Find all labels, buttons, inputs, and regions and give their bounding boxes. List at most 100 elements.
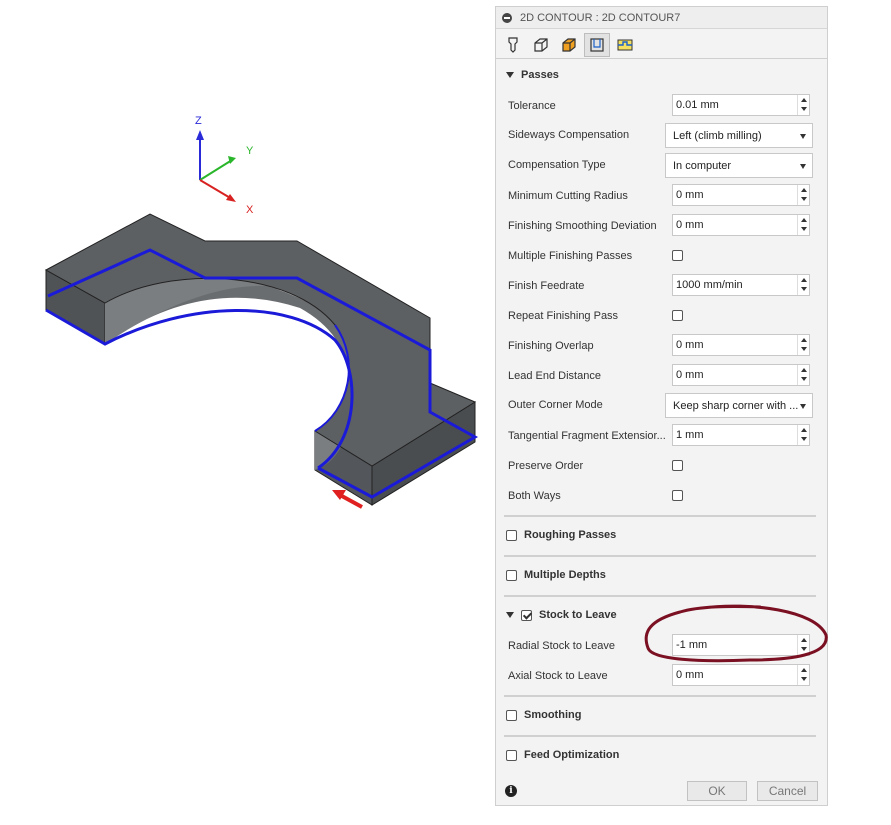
- repeat-finishing-pass-checkbox[interactable]: [672, 310, 683, 321]
- lead-end-distance-field[interactable]: 0 mm: [672, 364, 810, 386]
- multiple-finishing-passes-label: Multiple Finishing Passes: [508, 250, 633, 262]
- sideways-compensation-label: Sideways Compensation: [508, 129, 630, 141]
- smoothing-header[interactable]: Smoothing: [506, 707, 581, 723]
- compensation-type-select[interactable]: In computer: [665, 153, 813, 178]
- tolerance-stepper[interactable]: [797, 95, 809, 115]
- finishing-overlap-stepper[interactable]: [797, 335, 809, 355]
- tangential-fragment-extension-value[interactable]: 1 mm: [676, 429, 704, 441]
- tangential-fragment-extension-field[interactable]: 1 mm: [672, 424, 810, 446]
- x-axis-label: X: [246, 204, 254, 216]
- min-cutting-radius-row: Minimum Cutting Radius 0 mm: [508, 184, 820, 208]
- both-ways-checkbox[interactable]: [672, 490, 683, 501]
- lead-end-distance-row: Lead End Distance 0 mm: [508, 364, 820, 388]
- both-ways-row: Both Ways: [508, 484, 820, 508]
- tab-divider: [496, 58, 827, 59]
- expand-triangle-icon[interactable]: [506, 612, 514, 618]
- annotation-circle: [644, 604, 828, 663]
- z-axis-label: Z: [195, 115, 202, 127]
- multiple-depths-label: Multiple Depths: [524, 569, 606, 581]
- tab-heights[interactable]: [556, 33, 582, 57]
- radial-stock-label: Radial Stock to Leave: [508, 640, 616, 652]
- tolerance-label: Tolerance: [508, 100, 556, 112]
- tolerance-value[interactable]: 0.01 mm: [676, 99, 719, 111]
- feed-optimization-header[interactable]: Feed Optimization: [506, 747, 619, 763]
- axial-stock-label: Axial Stock to Leave: [508, 670, 608, 682]
- outer-corner-mode-label: Outer Corner Mode: [508, 399, 603, 411]
- repeat-finishing-pass-label: Repeat Finishing Pass: [508, 310, 619, 322]
- min-cutting-radius-stepper[interactable]: [797, 185, 809, 205]
- compensation-type-value[interactable]: In computer: [673, 160, 731, 172]
- axis-triad: [196, 130, 236, 202]
- part-body: [44, 213, 479, 509]
- stock-to-leave-header[interactable]: Stock to Leave: [506, 607, 617, 623]
- dialog-title: 2D CONTOUR : 2D CONTOUR7: [520, 12, 681, 24]
- dropdown-arrow-icon[interactable]: [800, 164, 806, 169]
- lead-end-distance-label: Lead End Distance: [508, 370, 601, 382]
- lead-end-distance-value[interactable]: 0 mm: [676, 369, 704, 381]
- multiple-depths-header[interactable]: Multiple Depths: [506, 567, 606, 583]
- roughing-passes-checkbox[interactable]: [506, 529, 517, 541]
- cancel-button[interactable]: Cancel: [757, 781, 818, 801]
- tab-passes[interactable]: [584, 33, 610, 57]
- tab-tool[interactable]: [500, 33, 526, 57]
- finish-feedrate-row: Finish Feedrate 1000 mm/min: [508, 274, 820, 298]
- sideways-compensation-select[interactable]: Left (climb milling): [665, 123, 813, 148]
- stock-to-leave-checkbox[interactable]: [521, 609, 532, 621]
- min-cutting-radius-value[interactable]: 0 mm: [676, 189, 704, 201]
- finishing-overlap-label: Finishing Overlap: [508, 340, 594, 352]
- finish-feedrate-stepper[interactable]: [797, 275, 809, 295]
- collapse-icon[interactable]: [502, 13, 512, 23]
- outer-corner-mode-select[interactable]: Keep sharp corner with ...: [665, 393, 813, 418]
- finish-feedrate-label: Finish Feedrate: [508, 280, 585, 292]
- outer-corner-mode-value[interactable]: Keep sharp corner with ...: [673, 400, 798, 412]
- feed-optimization-checkbox[interactable]: [506, 749, 517, 761]
- geometry-icon: [534, 38, 548, 52]
- roughing-passes-label: Roughing Passes: [524, 529, 617, 541]
- dropdown-arrow-icon[interactable]: [800, 404, 806, 409]
- section-divider: [504, 595, 816, 597]
- tab-geometry[interactable]: [528, 33, 554, 57]
- preserve-order-label: Preserve Order: [508, 460, 584, 472]
- preserve-order-checkbox[interactable]: [672, 460, 683, 471]
- ok-button[interactable]: OK: [687, 781, 747, 801]
- passes-section-label: Passes: [521, 69, 559, 81]
- multiple-finishing-passes-checkbox[interactable]: [672, 250, 683, 261]
- roughing-passes-header[interactable]: Roughing Passes: [506, 527, 616, 543]
- part-model-graphic: Z Y X: [44, 115, 479, 509]
- section-divider: [504, 695, 816, 697]
- tangential-fragment-extension-stepper[interactable]: [797, 425, 809, 445]
- y-axis-label: Y: [246, 145, 254, 157]
- tolerance-field[interactable]: 0.01 mm: [672, 94, 810, 116]
- smoothing-checkbox[interactable]: [506, 709, 517, 721]
- finish-feedrate-value[interactable]: 1000 mm/min: [676, 279, 743, 291]
- lead-end-distance-stepper[interactable]: [797, 365, 809, 385]
- heights-icon: [562, 38, 576, 52]
- axial-stock-value[interactable]: 0 mm: [676, 669, 704, 681]
- multiple-depths-checkbox[interactable]: [506, 569, 517, 581]
- finish-feedrate-field[interactable]: 1000 mm/min: [672, 274, 810, 296]
- model-viewport[interactable]: Z Y X: [0, 0, 490, 822]
- tab-linking[interactable]: [612, 33, 638, 57]
- finishing-smoothing-deviation-field[interactable]: 0 mm: [672, 214, 810, 236]
- info-icon[interactable]: i: [505, 785, 517, 797]
- finishing-smoothing-deviation-stepper[interactable]: [797, 215, 809, 235]
- compensation-type-label: Compensation Type: [508, 159, 606, 171]
- finishing-overlap-value[interactable]: 0 mm: [676, 339, 704, 351]
- sideways-compensation-value[interactable]: Left (climb milling): [673, 130, 762, 142]
- compensation-type-row: Compensation Type In computer: [508, 153, 820, 178]
- sideways-compensation-row: Sideways Compensation Left (climb millin…: [508, 123, 820, 148]
- min-cutting-radius-field[interactable]: 0 mm: [672, 184, 810, 206]
- tangential-fragment-extension-row: Tangential Fragment Extensior... 1 mm: [508, 424, 820, 448]
- stock-to-leave-label: Stock to Leave: [539, 609, 617, 621]
- passes-icon: [590, 38, 604, 52]
- dialog-titlebar[interactable]: 2D CONTOUR : 2D CONTOUR7: [496, 7, 827, 29]
- finishing-smoothing-deviation-label: Finishing Smoothing Deviation: [508, 220, 657, 232]
- outer-corner-mode-row: Outer Corner Mode Keep sharp corner with…: [508, 393, 820, 418]
- linking-icon: [617, 39, 633, 51]
- tangential-fragment-extension-label: Tangential Fragment Extensior...: [508, 430, 666, 442]
- section-divider: [504, 555, 816, 557]
- finishing-smoothing-deviation-value[interactable]: 0 mm: [676, 219, 704, 231]
- passes-section-header[interactable]: Passes: [506, 67, 559, 83]
- finishing-overlap-field[interactable]: 0 mm: [672, 334, 810, 356]
- dropdown-arrow-icon[interactable]: [800, 134, 806, 139]
